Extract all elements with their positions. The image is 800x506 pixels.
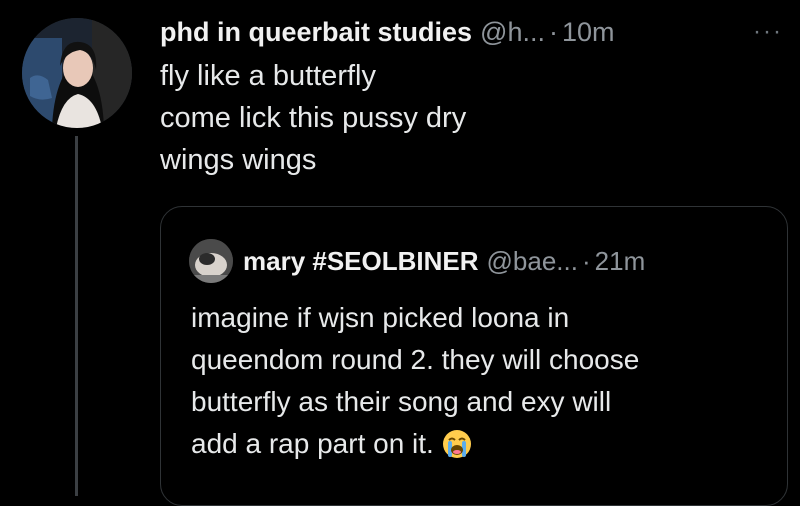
tweet-text: fly like a butterfly come lick this puss… (160, 55, 740, 181)
profile-photo-icon (22, 18, 132, 128)
tweet-text-line: fly like a butterfly (160, 60, 376, 92)
loudly-crying-face-emoji-icon (442, 429, 472, 471)
quoted-author-avatar (189, 239, 233, 283)
thread-connector-line (75, 136, 78, 496)
quoted-tweet-card[interactable]: mary #SEOLBINER @bae... · 21m imagine if… (160, 206, 788, 506)
quoted-text-line: add a rap part on it. (191, 428, 434, 459)
more-options-label: ··· (753, 18, 783, 45)
quoted-text-line-last: add a rap part on it. (191, 423, 781, 471)
quoted-tweet-text: imagine if wjsn picked loona in queendom… (191, 297, 781, 471)
separator-dot: · (581, 245, 591, 276)
tweet-text-line: come lick this pussy dry (160, 102, 467, 134)
tweet-timestamp[interactable]: 10m (562, 17, 615, 48)
quoted-tweet-header: mary #SEOLBINER @bae... · 21m (243, 239, 645, 283)
tweet-text-line: wings wings (160, 144, 317, 176)
quoted-text-line: imagine if wjsn picked loona in (191, 302, 570, 333)
author-avatar[interactable] (22, 18, 132, 128)
more-options-icon[interactable]: ··· (748, 18, 788, 46)
author-display-name[interactable]: phd in queerbait studies (160, 17, 472, 48)
profile-photo-icon (189, 239, 233, 283)
quoted-author-handle[interactable]: @bae... (487, 246, 578, 277)
quoted-text-line: queendom round 2. they will choose (191, 344, 640, 375)
separator-dot: · (548, 16, 558, 47)
quoted-text-line: butterfly as their song and exy will (191, 386, 612, 417)
quoted-author-display-name[interactable]: mary #SEOLBINER (243, 246, 479, 277)
tweet-header: phd in queerbait studies @h... · 10m (160, 12, 615, 52)
quoted-tweet-timestamp[interactable]: 21m (595, 246, 646, 277)
author-handle[interactable]: @h... (480, 17, 545, 48)
